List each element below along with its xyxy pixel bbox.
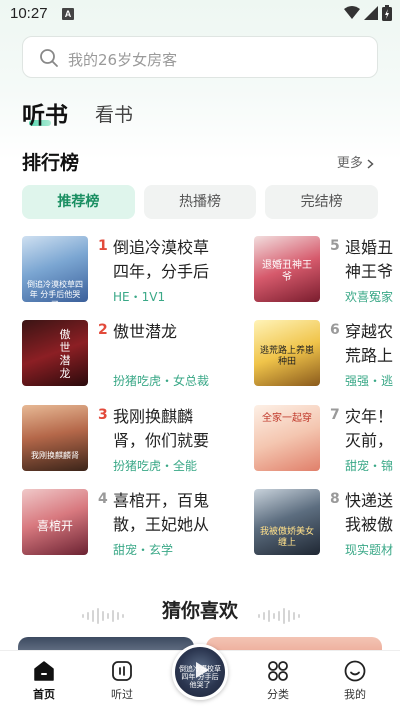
player-button[interactable]: 倒追冷漠校草四年 分手后他哭了 <box>172 644 228 700</box>
tab-listen[interactable]: 听书 <box>22 96 68 130</box>
player-cover-caption: 倒追冷漠校草四年 分手后他哭了 <box>179 665 221 689</box>
rank-item[interactable]: 退婚丑神王爷 5 退婚丑神王爷 欢喜冤家 <box>254 236 400 306</box>
notification-icon: A <box>62 8 74 20</box>
rank-number: 1 <box>98 238 108 254</box>
book-tags: 甜宠・玄学 <box>113 543 174 557</box>
signal-icon <box>364 6 378 20</box>
cover-caption: 退婚丑神王爷 <box>262 260 312 283</box>
book-cover: 全家一起穿 <box>254 405 320 471</box>
sound-wave-right-icon <box>258 605 303 624</box>
nav-profile[interactable]: 我的 <box>325 659 385 702</box>
rank-number: 4 <box>98 491 108 507</box>
book-tags: HE・1V1 <box>113 290 166 304</box>
filter-hot[interactable]: 热播榜 <box>143 185 257 219</box>
book-cover: 退婚丑神王爷 <box>254 236 320 302</box>
book-title: 退婚丑神王爷 <box>345 238 394 281</box>
rank-number: 2 <box>98 322 108 338</box>
book-title: 喜棺开，百鬼散，王妃她从 <box>113 491 210 534</box>
nav-label: 听过 <box>111 688 133 701</box>
book-tags: 欢喜冤家 <box>345 290 394 304</box>
guess-section-header: 猜你喜欢 <box>0 596 400 624</box>
book-tags: 扮猪吃虎・女总裁 <box>113 374 210 388</box>
more-link[interactable]: 更多 <box>337 152 374 171</box>
search-icon <box>40 49 58 67</box>
chevron-right-icon <box>367 158 374 169</box>
rank-item[interactable]: 我被傲娇美女缠上 8 快递送我被傲 现实题材 <box>254 489 400 559</box>
book-tags: 扮猪吃虎・全能 <box>113 459 198 473</box>
ranking-filters: 推荐榜 热播榜 完结榜 <box>22 185 379 219</box>
tab-read[interactable]: 看书 <box>95 100 133 127</box>
book-title: 灾年！灭前， <box>345 407 394 450</box>
book-cover: 傲世潜龙 <box>22 320 88 386</box>
book-cover: 逃荒路上养崽种田 <box>254 320 320 386</box>
category-icon <box>268 661 288 681</box>
book-title: 倒追冷漠校草四年，分手后 <box>113 238 210 281</box>
cover-caption: 倒追冷漠校草四年 分手后他哭了 <box>27 280 83 302</box>
book-tags: 现实题材 <box>345 543 394 557</box>
wifi-icon <box>344 6 360 19</box>
ranking-title: 排行榜 <box>22 152 80 174</box>
search-placeholder: 我的26岁女房客 <box>68 51 178 69</box>
rank-number: 6 <box>330 322 340 338</box>
search-input[interactable]: 我的26岁女房客 <box>22 36 378 78</box>
sound-wave-left-icon <box>82 605 127 624</box>
cover-caption: 逃荒路上养崽种田 <box>259 346 314 367</box>
history-icon <box>112 661 132 681</box>
status-icons <box>344 5 392 21</box>
rank-number: 3 <box>98 407 108 423</box>
guess-title: 猜你喜欢 <box>161 600 238 622</box>
battery-charging-icon <box>382 5 392 21</box>
book-title: 我刚换麒麟肾，你们就要 <box>113 407 210 450</box>
nav-home[interactable]: 首页 <box>14 659 74 702</box>
book-title: 穿越农荒路上 <box>345 322 394 365</box>
rank-item[interactable]: 全家一起穿 7 灾年！灭前， 甜宠・锦 <box>254 405 400 475</box>
book-title: 傲世潜龙 <box>113 322 178 341</box>
cover-caption: 傲世潜龙 <box>59 328 71 380</box>
nav-label: 分类 <box>267 688 289 701</box>
cover-caption: 我刚换麒麟肾 <box>31 451 79 460</box>
rank-number: 7 <box>330 407 340 423</box>
book-tags: 强强・逃 <box>345 374 394 388</box>
nav-label: 我的 <box>344 688 366 701</box>
cover-caption: 喜棺开 <box>36 519 73 533</box>
status-bar: 10:27 A <box>0 0 400 28</box>
nav-label: 首页 <box>33 688 55 701</box>
book-cover: 喜棺开 <box>22 489 88 555</box>
nav-category[interactable]: 分类 <box>248 659 308 702</box>
status-time: 10:27 <box>10 5 48 22</box>
cover-caption: 我被傲娇美女缠上 <box>259 527 314 548</box>
book-cover: 倒追冷漠校草四年 分手后他哭了 <box>22 236 88 302</box>
book-title: 快递送我被傲 <box>345 491 394 534</box>
home-icon <box>34 661 54 681</box>
profile-icon <box>344 660 366 682</box>
book-cover: 我刚换麒麟肾 <box>22 405 88 471</box>
filter-recommend[interactable]: 推荐榜 <box>22 185 135 219</box>
book-tags: 甜宠・锦 <box>345 459 394 473</box>
filter-finished[interactable]: 完结榜 <box>265 185 379 219</box>
nav-history[interactable]: 听过 <box>92 659 152 702</box>
book-cover: 我被傲娇美女缠上 <box>254 489 320 555</box>
rank-item[interactable]: 逃荒路上养崽种田 6 穿越农荒路上 强强・逃 <box>254 320 400 390</box>
cover-caption: 全家一起穿 <box>262 413 312 424</box>
more-label: 更多 <box>336 156 363 171</box>
rank-number: 5 <box>330 238 340 254</box>
rank-number: 8 <box>330 491 340 507</box>
